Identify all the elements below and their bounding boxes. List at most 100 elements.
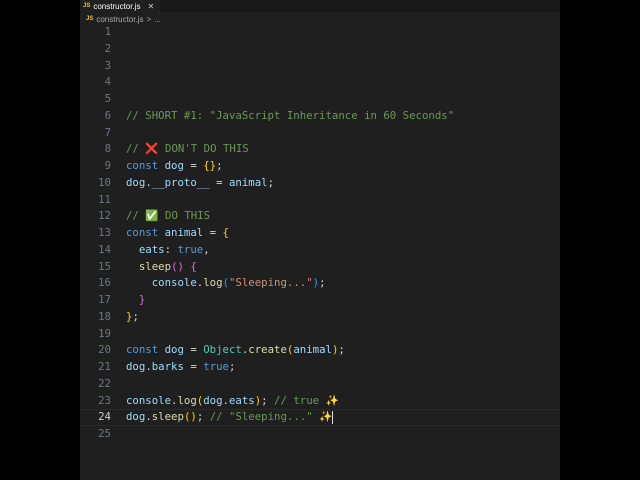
tab-constructor-js[interactable]: JS constructor.js ✕ [80,0,161,12]
code-line[interactable]: 12 // ✅ DO THIS [80,208,560,225]
breadcrumb-more[interactable]: ... [154,15,161,24]
code-token: dog [126,175,146,189]
line-number: 19 [98,326,111,340]
code-token: log [177,393,197,407]
code-line[interactable]: 4 [80,74,560,91]
line-text: sleep() { [126,259,197,276]
code-line[interactable]: 22 [80,376,560,393]
code-line[interactable]: 11 [80,192,560,209]
code-token: const [126,343,165,357]
code-line[interactable]: 6 // SHORT #1: "JavaScript Inheritance in… [80,108,560,125]
code-line[interactable]: 3 [80,58,560,75]
code-line[interactable]: 1 [80,24,560,41]
line-number: 22 [98,376,111,390]
line-text: console.log("Sleeping..."); [126,275,326,292]
code-line[interactable]: 17 } [80,292,560,309]
line-number: 20 [98,343,111,357]
code-token: true [203,360,229,373]
breadcrumb-file[interactable]: constructor.js [96,15,143,24]
line-number: 3 [104,58,111,72]
code-token: = [209,175,229,189]
code-token: sleep [151,410,184,424]
chevron-right-icon: > [146,14,152,24]
line-number: 8 [104,142,111,156]
code-token: animal [293,343,332,357]
line-number: 6 [104,108,111,122]
line-text: console.log(dog.eats); // true ✨ [126,393,339,410]
code-line[interactable]: 2 [80,41,560,58]
line-number: 25 [98,427,111,440]
code-line[interactable]: 25 [80,426,560,443]
code-line[interactable]: 23 console.log(dog.eats); // true ✨ [80,393,560,410]
code-token: { [222,226,229,239]
code-line[interactable]: 14 eats: true, [80,242,560,259]
code-line[interactable]: 8 // ❌ DON'T DO THIS [80,141,560,158]
line-number: 13 [98,226,111,239]
code-line[interactable]: 18}; [80,309,560,326]
code-token: animal [164,226,204,239]
line-number: 1 [104,25,111,38]
code-token: "Sleeping..." [228,276,313,290]
line-number: 16 [98,276,111,290]
line-number: 10 [98,175,111,189]
line-number: 2 [104,41,111,55]
code-token: ; [196,410,210,424]
code-token: : [164,242,178,256]
code-token: ; [267,175,275,189]
line-number: 12 [98,209,111,223]
code-token: log [203,276,223,290]
code-token: dog [203,393,223,407]
code-line[interactable]: 16 console.log("Sleeping..."); [80,275,560,292]
code-token: const [126,226,165,239]
tab-label: constructor.js [93,1,141,11]
code-token: dog [164,159,184,172]
code-line[interactable]: 7 [80,125,560,142]
line-number: 9 [104,159,111,172]
line-number: 17 [98,293,111,306]
line-text: eats: true, [126,242,210,259]
line-text: const dog = {}; [126,158,223,175]
code-token: ; [319,276,326,290]
code-line[interactable]: 13 const animal = { [80,225,560,242]
line-number: 11 [98,192,111,206]
code-line[interactable]: 15 sleep() { [80,259,560,276]
code-token: dog [126,360,146,373]
code-token: barks [151,360,184,373]
code-token: () [183,410,197,424]
code-token: ; [216,159,223,172]
line-number: 18 [98,309,111,323]
line-text: }; [126,309,139,326]
code-area[interactable]: 1 2 3 4 5 6// SHORT #1: "JavaScript Inheritan… [80,24,560,443]
line-number: 5 [104,92,111,105]
line-text: const animal = { [126,225,229,242]
code-line[interactable]: 10 dog.__proto__ = animal; [80,175,560,192]
code-token: } [138,293,146,306]
code-token: ; [229,360,236,373]
line-number: 24 [98,410,111,424]
code-token: // true ✨ [274,393,339,407]
code-line[interactable]: 20 const dog = Object.create(animal); [80,342,560,359]
code-line[interactable]: 24 dog.sleep(); // "Sleeping..." ✨ [80,409,560,426]
code-token: = [183,159,204,172]
code-line[interactable]: 19 [80,326,560,343]
line-text: // ❌ DON'T DO THIS [126,141,249,158]
code-line[interactable]: 5 [80,91,560,108]
code-token: = [183,360,204,373]
line-number: 14 [98,242,111,256]
line-text: const dog = Object.create(animal); [126,342,345,359]
close-icon[interactable]: ✕ [147,2,154,11]
code-token: __proto__ [151,175,210,189]
code-line[interactable]: 21 dog.barks = true; [80,359,560,376]
code-token: eats [228,393,255,407]
code-token: console [126,393,172,407]
code-token: ; [132,309,139,323]
code-token: create [248,343,287,357]
line-number: 15 [98,259,111,273]
code-token: { [190,259,197,273]
code-line[interactable]: 9 const dog = {}; [80,158,560,175]
code-token: = [183,343,204,357]
line-number: 21 [98,360,111,373]
